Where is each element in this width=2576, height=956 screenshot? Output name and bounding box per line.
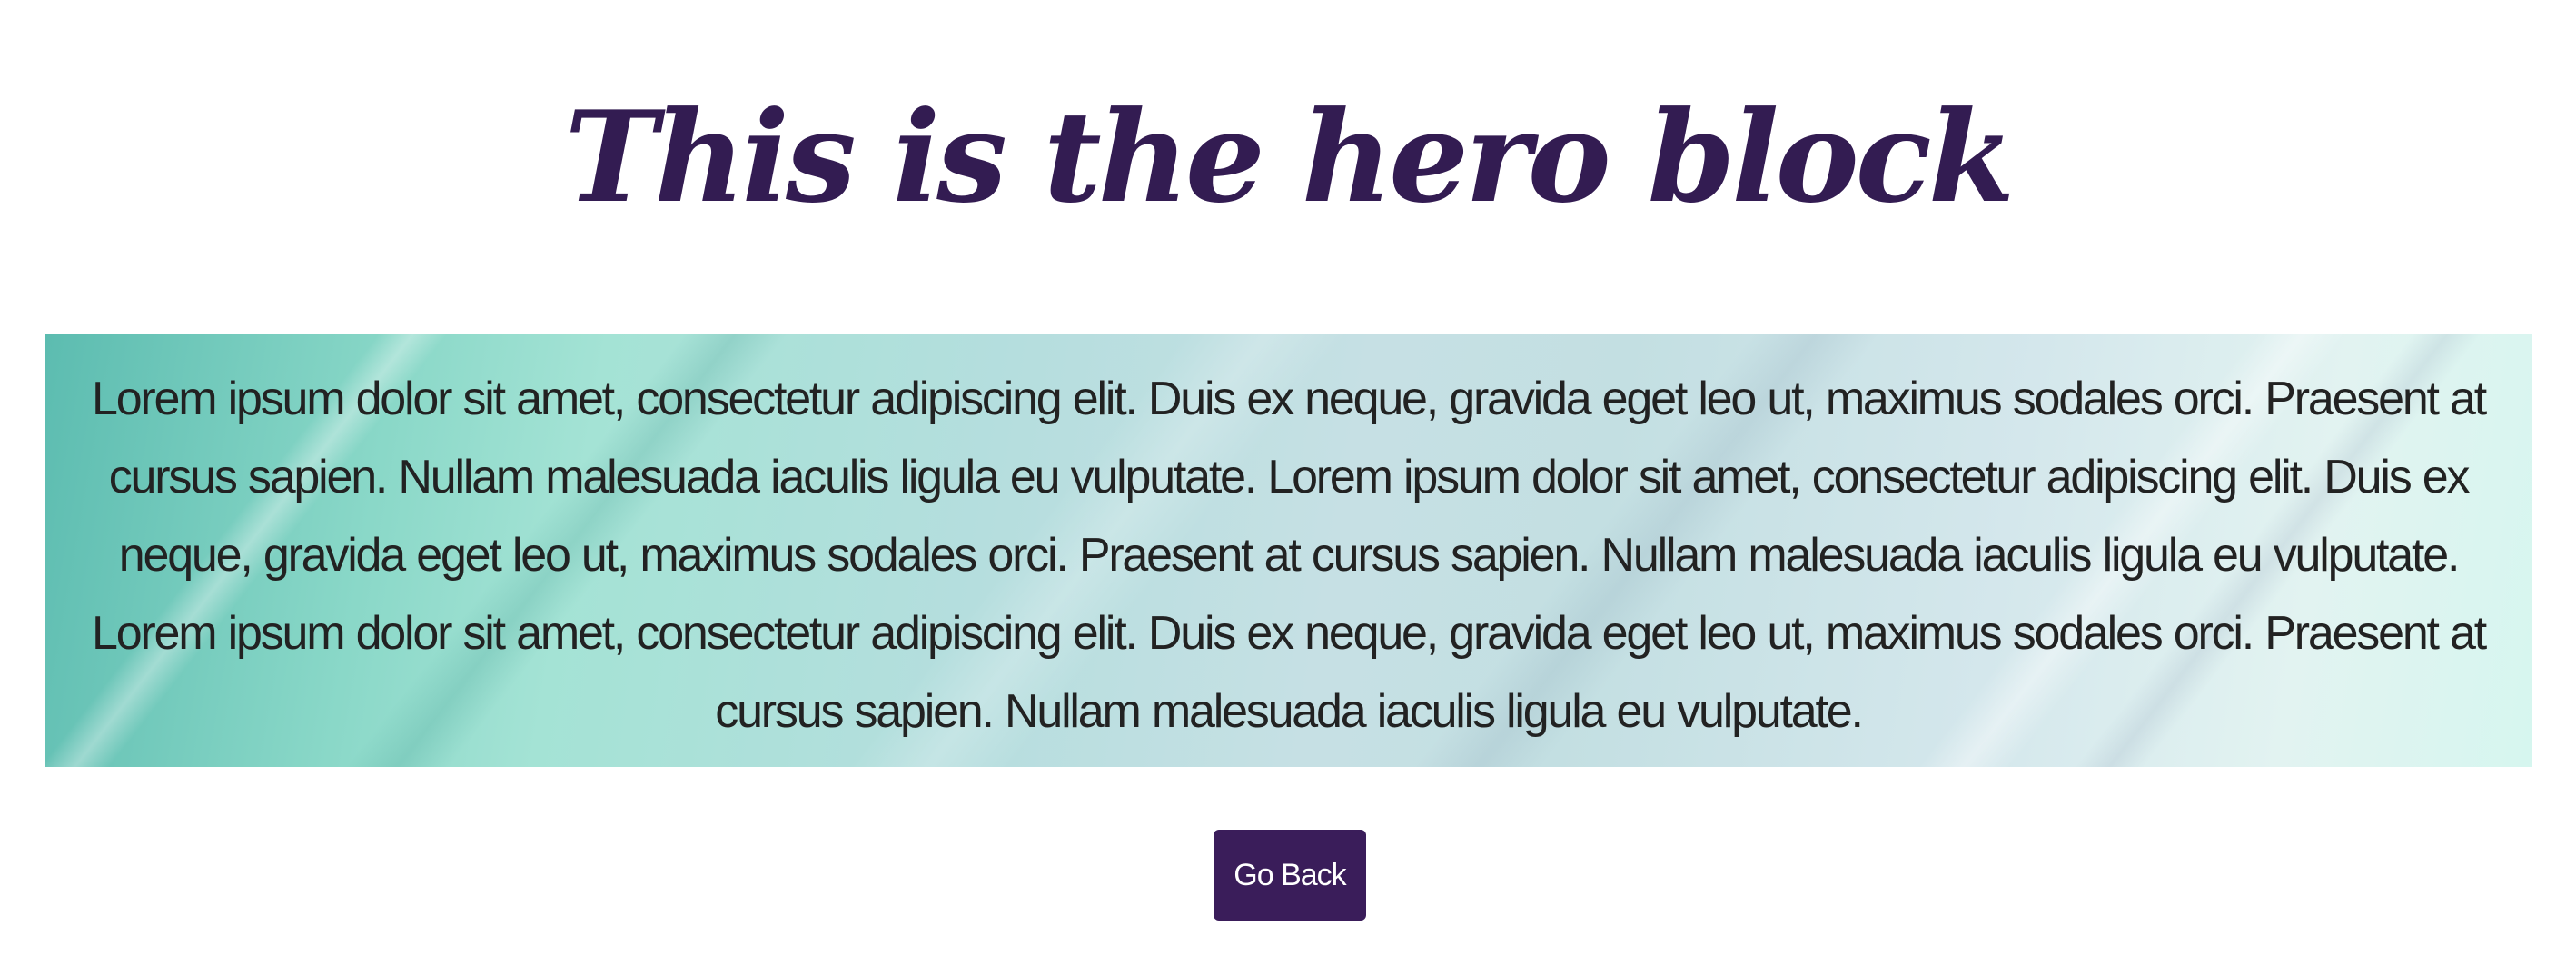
hero-title: This is the hero block (564, 83, 2016, 231)
hero-text-panel: Lorem ipsum dolor sit amet, consectetur … (45, 334, 2532, 767)
hero-body-text: Lorem ipsum dolor sit amet, consectetur … (91, 373, 2487, 738)
go-back-button[interactable]: Go Back (1214, 830, 1366, 921)
